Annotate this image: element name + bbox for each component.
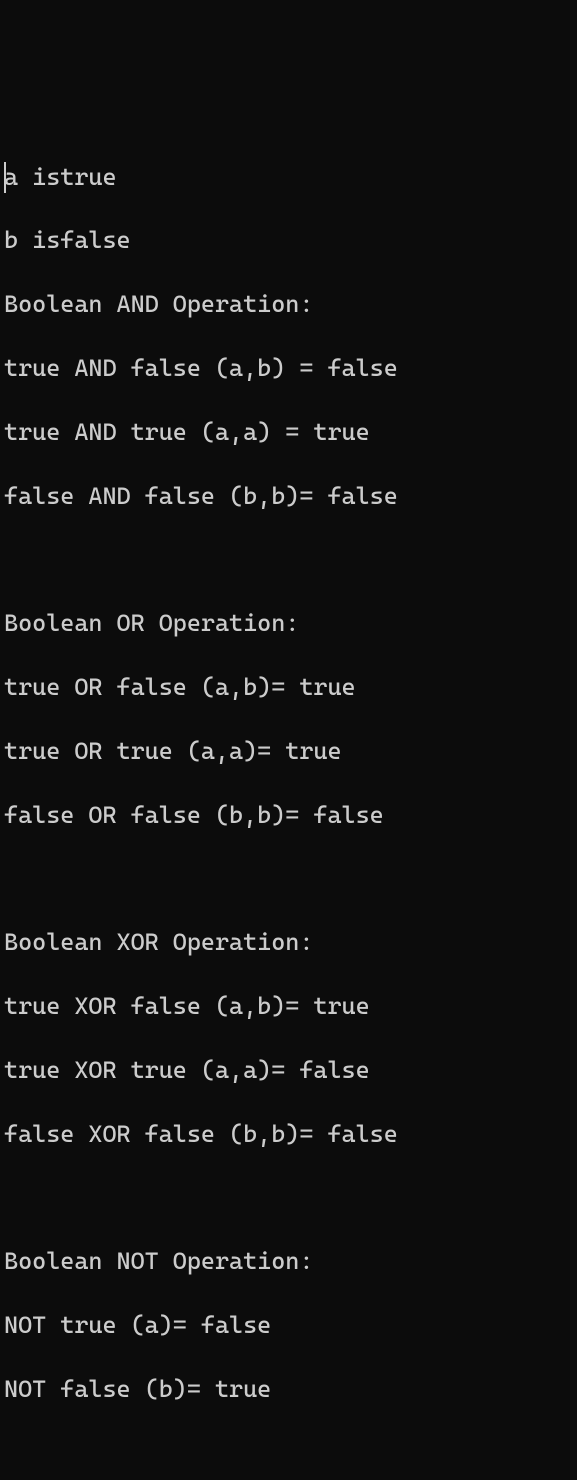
terminal-output: a istrue b isfalse Boolean AND Operation… <box>4 130 573 1438</box>
output-line: Boolean AND Operation: <box>4 289 573 321</box>
output-line: NOT true (a)= false <box>4 1310 573 1342</box>
output-line: NOT false (b)= true <box>4 1374 573 1406</box>
output-line: true XOR true (a,a)= false <box>4 1055 573 1087</box>
output-line: true OR false (a,b)= true <box>4 672 573 704</box>
output-line: Boolean OR Operation: <box>4 608 573 640</box>
output-line <box>4 1183 573 1215</box>
output-line: false OR false (b,b)= false <box>4 800 573 832</box>
output-line: true AND true (a,a) = true <box>4 417 573 449</box>
output-line: true AND false (a,b) = false <box>4 353 573 385</box>
output-line: Boolean NOT Operation: <box>4 1246 573 1278</box>
output-line: Boolean XOR Operation: <box>4 927 573 959</box>
output-line: false AND false (b,b)= false <box>4 481 573 513</box>
output-line: a istrue <box>4 162 573 194</box>
output-line <box>4 863 573 895</box>
output-line: true OR true (a,a)= true <box>4 736 573 768</box>
output-line: true XOR false (a,b)= true <box>4 991 573 1023</box>
output-line: false XOR false (b,b)= false <box>4 1119 573 1151</box>
output-line: b isfalse <box>4 225 573 257</box>
output-line <box>4 544 573 576</box>
